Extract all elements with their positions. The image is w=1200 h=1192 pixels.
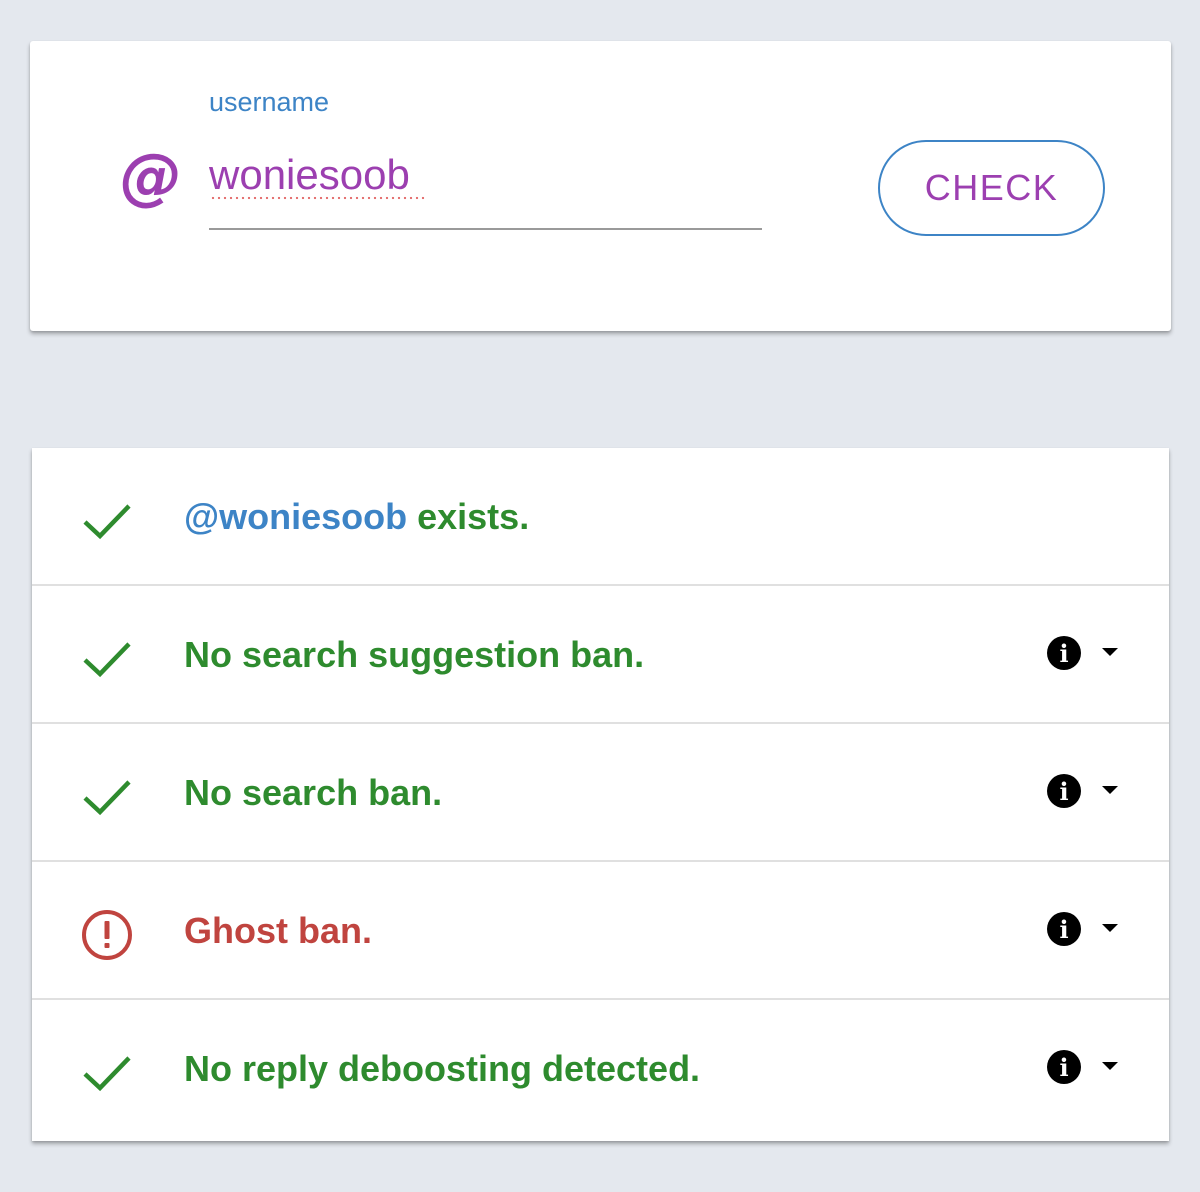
- exists-suffix: exists.: [407, 496, 530, 537]
- username-label: username: [209, 87, 330, 117]
- result-text: No reply deboosting detected.: [184, 1048, 701, 1089]
- result-text: No search ban.: [184, 772, 443, 813]
- info-icon[interactable]: i: [1047, 774, 1081, 808]
- result-row-reply-deboosting[interactable]: No reply deboosting detected. i: [32, 1000, 1169, 1138]
- check-icon: [83, 642, 131, 678]
- info-icon[interactable]: i: [1047, 1050, 1081, 1084]
- result-row-ghost-ban[interactable]: Ghost ban. i: [32, 862, 1169, 1000]
- check-icon: [83, 780, 131, 816]
- results-card: @woniesoob exists. No search suggestion …: [32, 448, 1169, 1141]
- caret-down-icon[interactable]: [1102, 648, 1118, 656]
- result-row-search-ban[interactable]: No search ban. i: [32, 724, 1169, 862]
- check-icon: [83, 504, 131, 540]
- username-handle: @woniesoob: [184, 496, 408, 537]
- username-input[interactable]: [209, 150, 762, 230]
- result-row-search-suggestion-ban[interactable]: No search suggestion ban. i: [32, 586, 1169, 724]
- result-text: @woniesoob exists.: [184, 448, 529, 586]
- result-row-exists: @woniesoob exists.: [32, 448, 1169, 586]
- at-sign-icon: @: [120, 140, 182, 213]
- result-text: No search suggestion ban.: [184, 634, 645, 675]
- check-icon: [83, 1056, 131, 1092]
- spellcheck-underline: [210, 196, 426, 200]
- caret-down-icon[interactable]: [1102, 924, 1118, 932]
- info-icon[interactable]: i: [1047, 636, 1081, 670]
- info-icon[interactable]: i: [1047, 912, 1081, 946]
- caret-down-icon[interactable]: [1102, 786, 1118, 794]
- caret-down-icon[interactable]: [1102, 1062, 1118, 1070]
- result-text: Ghost ban.: [184, 910, 372, 951]
- alert-circle-icon: [82, 910, 132, 960]
- check-button[interactable]: CHECK: [878, 140, 1105, 236]
